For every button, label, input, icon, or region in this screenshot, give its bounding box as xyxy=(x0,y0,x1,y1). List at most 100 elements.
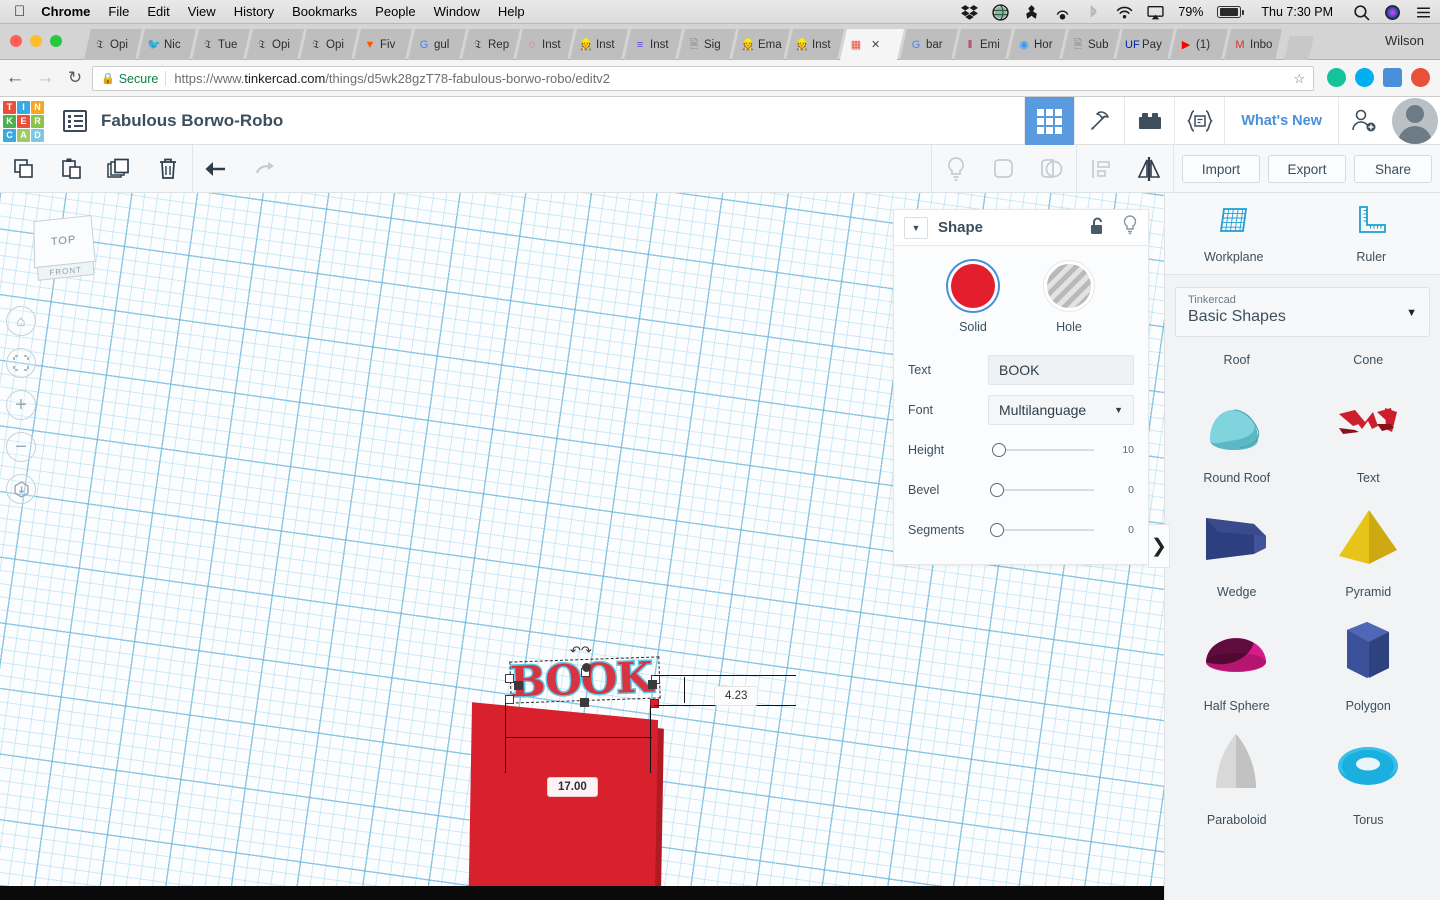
import-button[interactable]: Import xyxy=(1182,155,1260,183)
zoom-out-icon[interactable]: − xyxy=(6,432,36,462)
browser-tab[interactable]: 👷 Inst xyxy=(786,29,844,60)
menu-item-bookmarks[interactable]: Bookmarks xyxy=(292,4,357,19)
avatar[interactable] xyxy=(1392,98,1438,144)
grammarly-icon[interactable] xyxy=(1327,68,1346,87)
shape-item-polygon[interactable]: Polygon xyxy=(1303,605,1435,713)
solid-swatch-button[interactable]: Solid xyxy=(951,264,995,334)
browser-tab[interactable]: 𝔗 Tue xyxy=(192,29,250,60)
pickaxe-minecraft-icon[interactable] xyxy=(1074,97,1124,145)
dimension-height-label[interactable]: 4.23 xyxy=(714,686,759,706)
dimension-width-label[interactable]: 17.00 xyxy=(547,777,598,797)
airplay-icon[interactable] xyxy=(1147,4,1165,21)
browser-tab[interactable]: 𝔗 Opi xyxy=(84,29,142,60)
new-tab-button[interactable] xyxy=(1284,36,1314,60)
font-select[interactable]: Multilanguage ▼ xyxy=(988,395,1134,425)
browser-tab[interactable]: Gbar xyxy=(900,29,958,60)
menu-item-people[interactable]: People xyxy=(375,4,415,19)
copy-icon[interactable] xyxy=(0,145,48,193)
browser-tab[interactable]: 🗎 Sig xyxy=(678,29,736,60)
app-icon[interactable] xyxy=(1023,4,1040,21)
resize-handle-bottom-right[interactable] xyxy=(650,699,659,708)
browser-tab[interactable]: ▼ Fiv xyxy=(354,29,412,60)
browser-tab[interactable]: 𝔗 Opi xyxy=(300,29,358,60)
undo-icon[interactable] xyxy=(193,145,241,193)
light-bulb-icon[interactable] xyxy=(1122,215,1138,240)
pocket-icon[interactable] xyxy=(1383,68,1402,87)
shape-item-wedge[interactable]: Wedge xyxy=(1171,491,1303,599)
browser-tab[interactable]: 👷 Ema xyxy=(732,29,790,60)
browser-tab[interactable]: ≡ Inst xyxy=(624,29,682,60)
browser-tab[interactable]: 𝔗 Opi xyxy=(246,29,304,60)
browser-tab[interactable]: M Inbo xyxy=(1224,29,1282,60)
maximize-window-button[interactable] xyxy=(50,35,62,47)
browser-tab[interactable]: ◌ Inst xyxy=(516,29,574,60)
shape-item-pyramid[interactable]: Pyramid xyxy=(1303,491,1435,599)
segments-value[interactable]: 0 xyxy=(1128,524,1134,536)
wifi-icon[interactable] xyxy=(1116,4,1133,21)
delete-trash-icon[interactable] xyxy=(144,145,192,193)
clock[interactable]: Thu 7:30 PM xyxy=(1261,5,1333,19)
duplicate-icon[interactable] xyxy=(96,145,144,193)
lego-brick-icon[interactable] xyxy=(1124,97,1174,145)
align-icon[interactable] xyxy=(1077,145,1125,193)
height-value[interactable]: 10 xyxy=(1122,444,1134,456)
mirror-flip-icon[interactable] xyxy=(1125,145,1173,193)
browser-tab[interactable]: 🐦 Nic xyxy=(138,29,196,60)
page-title[interactable]: Fabulous Borwo-Robo xyxy=(101,111,283,131)
design-grid-icon[interactable] xyxy=(1024,97,1075,145)
rotate-handle-icon[interactable]: ↶↷ xyxy=(570,643,592,659)
star-icon[interactable]: ☆ xyxy=(1293,71,1305,87)
ruler-tool[interactable]: Ruler xyxy=(1303,193,1440,274)
bluetooth-icon[interactable] xyxy=(1085,4,1102,21)
bevel-slider[interactable]: 0 xyxy=(988,475,1134,505)
notification-center-icon[interactable] xyxy=(1415,4,1432,21)
shape-item-half-sphere[interactable]: Half Sphere xyxy=(1171,605,1303,713)
unlocked-padlock-icon[interactable] xyxy=(1089,216,1106,240)
shape-item-paraboloid[interactable]: Paraboloid xyxy=(1171,719,1303,827)
close-icon[interactable]: ✕ xyxy=(871,38,880,51)
forward-arrow-icon[interactable]: → xyxy=(30,67,60,89)
browser-tab-active[interactable]: ▦ ✕ xyxy=(840,29,904,60)
slider-knob[interactable] xyxy=(990,483,1004,497)
minimize-window-button[interactable] xyxy=(30,35,42,47)
slider-knob[interactable] xyxy=(992,443,1006,457)
whats-new-button[interactable]: What's New xyxy=(1224,97,1338,145)
menu-item-chrome[interactable]: Chrome xyxy=(41,4,90,19)
redo-icon[interactable] xyxy=(241,145,289,193)
resize-handle-top-left[interactable] xyxy=(505,674,514,683)
browser-tab[interactable]: Ggul xyxy=(408,29,466,60)
orthographic-view-icon[interactable] xyxy=(6,474,36,504)
reload-icon[interactable]: ↻ xyxy=(60,68,90,88)
slider-knob[interactable] xyxy=(990,523,1004,537)
group-icon[interactable] xyxy=(980,145,1028,193)
adblock-icon[interactable] xyxy=(1411,68,1430,87)
menu-item-edit[interactable]: Edit xyxy=(147,4,169,19)
menu-item-view[interactable]: View xyxy=(188,4,216,19)
add-person-icon[interactable] xyxy=(1338,97,1388,145)
address-bar[interactable]: 🔒 Secure https://www. tinkercad.com /thi… xyxy=(92,66,1314,91)
skype-icon[interactable] xyxy=(1355,68,1374,87)
height-slider[interactable]: 10 xyxy=(988,435,1134,465)
airport-utility-icon[interactable] xyxy=(1054,4,1071,21)
light-bulb-icon[interactable] xyxy=(932,145,980,193)
browser-tab[interactable]: ‖ Emi xyxy=(954,29,1012,60)
profile-name[interactable]: Wilson xyxy=(1385,33,1424,48)
midpoint-handle-left[interactable] xyxy=(514,681,523,690)
home-view-icon[interactable]: ⌂ xyxy=(6,306,36,336)
caret-down-icon[interactable]: ▼ xyxy=(904,216,928,239)
view-cube-top-label[interactable]: TOP xyxy=(33,215,96,269)
back-arrow-icon[interactable]: ← xyxy=(0,67,30,89)
paste-icon[interactable] xyxy=(48,145,96,193)
workplane-tool[interactable]: Workplane xyxy=(1165,193,1303,274)
fit-to-view-icon[interactable] xyxy=(6,348,36,378)
ungroup-icon[interactable] xyxy=(1028,145,1076,193)
view-cube[interactable]: TOP FRONT xyxy=(27,213,100,282)
close-window-button[interactable] xyxy=(10,35,22,47)
shape-item-text[interactable]: Text xyxy=(1303,377,1435,485)
chevron-right-icon[interactable]: ❯ xyxy=(1148,524,1170,568)
browser-tab[interactable]: 𝔗 Rep xyxy=(462,29,520,60)
hole-swatch-button[interactable]: Hole xyxy=(1047,264,1091,334)
extrude-handle[interactable] xyxy=(582,663,591,672)
browser-tab[interactable]: ▶ (1) xyxy=(1170,29,1228,60)
globe-icon[interactable] xyxy=(992,3,1010,21)
